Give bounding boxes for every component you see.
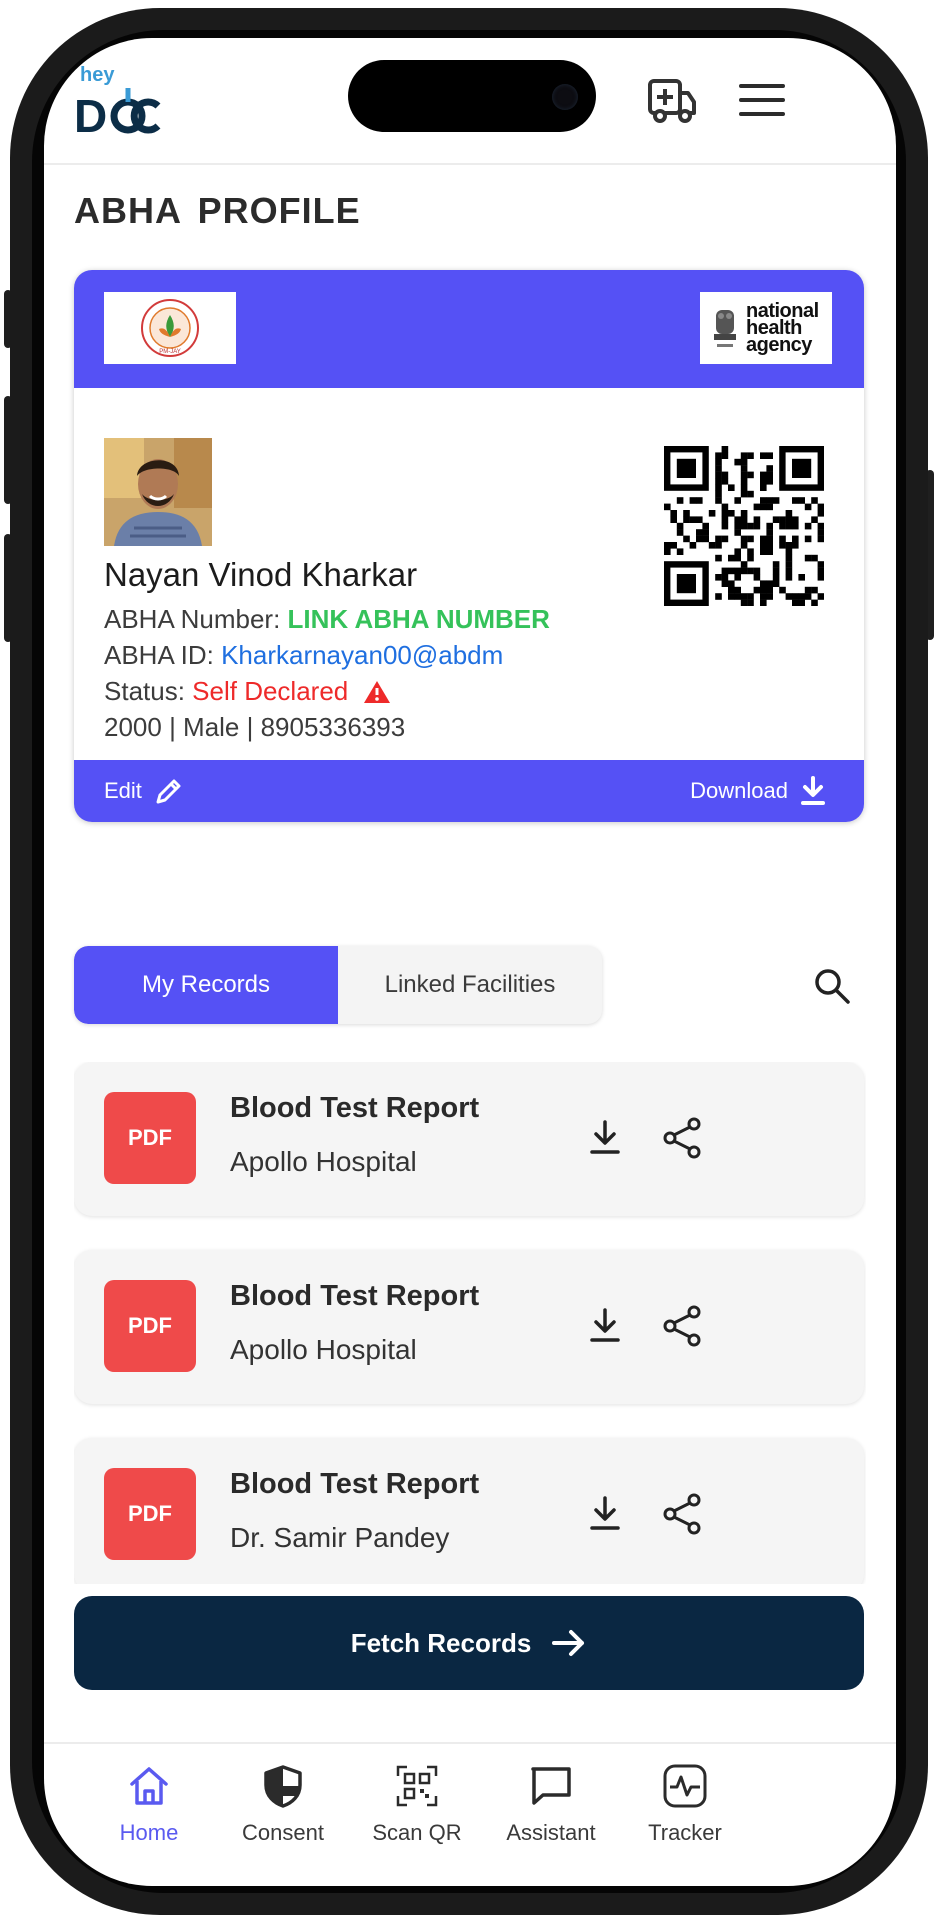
nav-consent-label: Consent — [242, 1820, 324, 1845]
nav-home-label: Home — [119, 1820, 179, 1845]
abha-card: PM-JAY national health agency Nayan Vino… — [74, 270, 864, 822]
abha-card-header: PM-JAY national health agency — [74, 270, 864, 388]
share-icon[interactable] — [660, 1116, 704, 1160]
arrow-right-icon — [552, 1630, 585, 1656]
app-screen: hey D ABHA PROFILE PM-JAY national healt… — [44, 38, 896, 1886]
svg-text:D: D — [74, 90, 107, 138]
nha-logo: national health agency — [700, 292, 832, 364]
national-emblem-icon — [714, 310, 736, 347]
record-card[interactable]: PDF Blood Test Report Apollo Hospital — [74, 1062, 864, 1216]
abha-qr-code[interactable] — [664, 446, 824, 606]
nha-wordmark: national health agency — [746, 301, 819, 356]
download-card-button[interactable]: Download — [690, 760, 826, 822]
pdf-icon: PDF — [104, 1092, 196, 1184]
edit-label: Edit — [104, 778, 142, 803]
record-card[interactable]: PDF Blood Test Report Dr. Samir Pandey — [74, 1438, 864, 1584]
profile-photo-image — [104, 438, 212, 546]
nav-tracker-label: Tracker — [648, 1820, 722, 1845]
hamburger-menu-icon — [739, 84, 785, 116]
warning-icon — [364, 681, 391, 703]
abha-card-footer: Edit Download — [74, 760, 864, 822]
record-title: Blood Test Report — [230, 1280, 480, 1312]
fetch-records-label: Fetch Records — [350, 1627, 532, 1658]
status-value: Self Declared — [192, 676, 349, 706]
download-label: Download — [690, 778, 788, 803]
record-source: Apollo Hospital — [230, 1334, 417, 1365]
record-source: Dr. Samir Pandey — [230, 1522, 450, 1553]
page-title: ABHA PROFILE — [74, 190, 361, 231]
pmjay-emblem-icon: PM-JAY — [141, 299, 199, 357]
nav-scan-qr[interactable]: Scan QR — [342, 1760, 492, 1846]
record-title: Blood Test Report — [230, 1092, 480, 1124]
profile-photo — [104, 438, 212, 546]
abha-id-label: ABHA ID: — [104, 640, 214, 670]
record-card[interactable]: PDF Blood Test Report Apollo Hospital — [74, 1250, 864, 1404]
download-icon[interactable] — [582, 1492, 628, 1536]
ambulance-button[interactable] — [642, 70, 702, 130]
nav-tracker[interactable]: Tracker — [610, 1760, 760, 1846]
search-icon[interactable] — [812, 966, 852, 1006]
status-row: Status: Self Declared — [104, 676, 391, 707]
abha-id-value[interactable]: Kharkarnayan00@abdm — [221, 640, 503, 670]
patient-name: Nayan Vinod Kharkar — [104, 556, 418, 593]
abha-number-row: ABHA Number: LINK ABHA NUMBER — [104, 604, 550, 635]
header-divider — [44, 163, 896, 165]
front-camera — [552, 84, 578, 110]
heydoc-logo[interactable]: D — [74, 80, 186, 138]
record-source: Apollo Hospital — [230, 1146, 417, 1177]
records-tabs: My Records Linked Facilities — [74, 946, 602, 1024]
pmjay-text: PM-JAY — [159, 349, 181, 355]
pdf-icon: PDF — [104, 1280, 196, 1372]
chat-icon — [531, 1767, 571, 1805]
bottom-nav-divider — [44, 1742, 896, 1744]
abha-id-row: ABHA ID: Kharkarnayan00@abdm — [104, 640, 503, 671]
status-label: Status: — [104, 676, 185, 706]
fetch-records-button[interactable]: Fetch Records — [74, 1596, 864, 1690]
download-icon[interactable] — [582, 1304, 628, 1348]
nav-consent[interactable]: Consent — [208, 1760, 358, 1846]
nha-word-3: agency — [746, 333, 812, 356]
tab-my-records[interactable]: My Records — [74, 946, 338, 1024]
records-list: PDF Blood Test Report Apollo Hospital PD… — [74, 1062, 866, 1584]
link-abha-number-link[interactable]: LINK ABHA NUMBER — [288, 604, 550, 634]
abha-number-label: ABHA Number: — [104, 604, 281, 634]
nav-assistant[interactable]: Assistant — [476, 1760, 626, 1846]
ambulance-icon — [648, 79, 696, 123]
share-icon[interactable] — [660, 1304, 704, 1348]
share-icon[interactable] — [660, 1492, 704, 1536]
nav-home[interactable]: Home — [74, 1760, 224, 1846]
pulse-icon — [663, 1764, 707, 1808]
pmjay-logo: PM-JAY — [104, 292, 236, 364]
download-icon[interactable] — [582, 1116, 628, 1160]
edit-button[interactable]: Edit — [104, 760, 184, 822]
home-icon — [130, 1767, 168, 1805]
nav-assistant-label: Assistant — [506, 1820, 596, 1845]
menu-button[interactable] — [732, 72, 792, 128]
shield-icon — [264, 1765, 302, 1808]
record-title: Blood Test Report — [230, 1468, 480, 1500]
qr-scan-icon — [396, 1765, 438, 1807]
download-icon — [801, 776, 825, 805]
pdf-icon: PDF — [104, 1468, 196, 1560]
pencil-icon — [156, 779, 181, 804]
nav-scan-qr-label: Scan QR — [372, 1820, 462, 1845]
patient-details: 2000 | Male | 8905336393 — [104, 712, 406, 742]
tab-linked-facilities[interactable]: Linked Facilities — [338, 946, 602, 1024]
